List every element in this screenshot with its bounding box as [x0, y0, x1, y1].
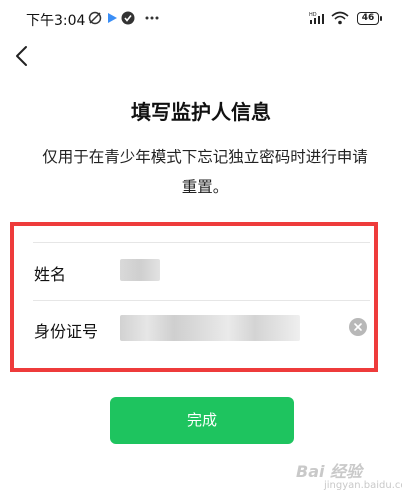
signal-icon: HD	[309, 11, 325, 25]
wifi-icon	[331, 11, 349, 25]
done-button[interactable]: 完成	[110, 397, 294, 444]
watermark-text: Bai 经验	[296, 462, 363, 481]
battery-indicator: 46	[357, 12, 379, 25]
page-description: 仅用于在青少年模式下忘记独立密码时进行申请重置。	[42, 148, 368, 196]
page-title: 填写监护人信息	[131, 100, 271, 124]
network-label: HD	[309, 12, 317, 18]
check-badge-icon	[121, 11, 135, 25]
chevron-left-icon	[16, 46, 27, 66]
watermark-subtext: jingyan.baidu.com	[324, 480, 402, 491]
highlight-frame	[10, 222, 378, 372]
battery-tip	[380, 16, 382, 21]
play-icon	[105, 11, 119, 25]
status-bar: 下午3:04 HD 46	[0, 0, 402, 36]
status-time: 下午3:04	[26, 13, 86, 29]
more-dots-icon	[145, 11, 159, 25]
do-not-disturb-icon	[88, 11, 102, 25]
back-button[interactable]	[12, 44, 32, 68]
page: 下午3:04 HD 46 填写监护人信息 仅用于在青少年模式下忘记独立密码时进行…	[0, 0, 402, 503]
watermark-logo: Bai 经验 jingyan.baidu.com	[288, 454, 402, 500]
